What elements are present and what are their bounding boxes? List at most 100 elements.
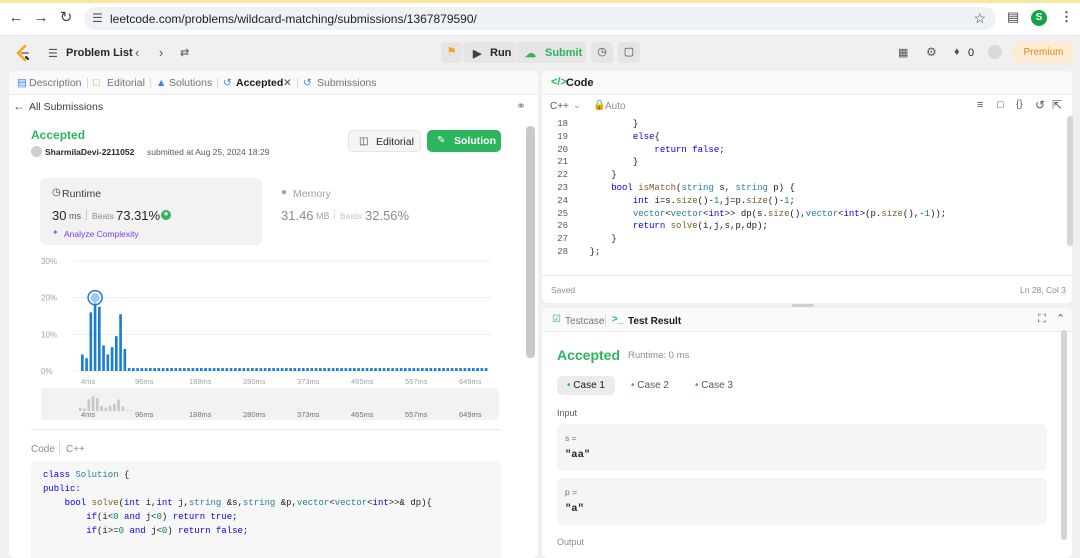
run-button[interactable]: ▶ Run (463, 42, 515, 63)
chart-bar[interactable] (115, 336, 118, 371)
chart-bar[interactable] (306, 368, 309, 371)
submit-button[interactable]: ☁ Submit (516, 42, 586, 63)
chart-bar[interactable] (433, 368, 437, 371)
input-param-s[interactable]: s = "aa" (557, 424, 1047, 471)
chart-bar[interactable] (93, 297, 97, 371)
chart-bar[interactable] (89, 312, 93, 371)
reset-icon[interactable]: ↺ (1035, 98, 1045, 112)
prev-problem-icon[interactable]: ‹ (135, 45, 139, 60)
chart-bar[interactable] (149, 368, 152, 371)
chart-bar[interactable] (289, 368, 292, 371)
solution-button[interactable]: ✎ Solution (427, 130, 501, 152)
chart-bar[interactable] (178, 368, 182, 371)
chart-bar[interactable] (297, 368, 301, 371)
chart-bar[interactable] (268, 368, 271, 371)
case-3-tab[interactable]: • Case 3 (695, 380, 733, 391)
chart-bar[interactable] (365, 368, 369, 371)
chart-bar[interactable] (412, 368, 416, 371)
problem-list-link[interactable]: Problem List (66, 47, 133, 59)
next-problem-icon[interactable]: › (159, 45, 163, 60)
bookmark-star-icon[interactable]: ☆ (973, 10, 986, 27)
chart-bar[interactable] (170, 368, 173, 371)
settings-gear-icon[interactable]: ⚙ (926, 45, 937, 59)
result-scrollbar[interactable] (1061, 330, 1067, 540)
chart-bar[interactable] (361, 368, 365, 371)
chart-bar[interactable] (212, 368, 216, 371)
chart-bar[interactable] (183, 368, 186, 371)
memory-label[interactable]: Memory (293, 188, 331, 200)
chart-bar[interactable] (370, 368, 373, 371)
chart-bar[interactable] (195, 368, 199, 371)
chart-bar[interactable] (140, 368, 144, 371)
chart-bar[interactable] (302, 368, 305, 371)
chart-bar[interactable] (285, 368, 288, 371)
chart-bar[interactable] (251, 368, 254, 371)
chart-bar[interactable] (450, 368, 454, 371)
chart-bar[interactable] (446, 368, 450, 371)
chart-bar[interactable] (408, 368, 411, 371)
format-icon[interactable]: ≡ (977, 99, 983, 111)
language-select[interactable]: C++ (550, 101, 569, 112)
case-1-tab[interactable]: • Case 1 (557, 376, 615, 395)
debug-icon[interactable]: ⚑ (441, 42, 462, 63)
chart-bar[interactable] (119, 314, 122, 371)
tab-test-result[interactable]: Test Result (628, 316, 681, 327)
problem-list-icon[interactable]: ☰ (48, 47, 58, 60)
analyze-complexity-link[interactable]: Analyze Complexity (64, 229, 139, 239)
chart-bar[interactable] (374, 368, 377, 371)
chart-bar[interactable] (166, 368, 169, 371)
chevron-down-icon[interactable]: ⌄ (573, 100, 581, 111)
chart-bar[interactable] (336, 368, 339, 371)
submitter-name[interactable]: SharmilaDevi-2211052 (45, 147, 134, 157)
tab-accepted[interactable]: Accepted (236, 77, 283, 89)
back-arrow-icon[interactable]: ← (8, 10, 24, 26)
chart-bar[interactable] (467, 368, 471, 371)
chart-bar[interactable] (378, 368, 382, 371)
code-editor[interactable]: 18 } 19 else{20 return false; 21 } 22 } 23 b… (546, 118, 1056, 263)
chart-bar[interactable] (136, 368, 139, 371)
chart-bar[interactable] (442, 368, 445, 371)
chart-bar[interactable] (153, 368, 156, 371)
chart-bar[interactable] (348, 368, 352, 371)
fullscreen-icon[interactable]: ⇱ (1052, 98, 1062, 112)
chart-bar[interactable] (391, 368, 394, 371)
chart-bar[interactable] (98, 306, 101, 371)
tab-editorial[interactable]: Editorial (107, 77, 145, 89)
chart-bar[interactable] (331, 368, 335, 371)
shuffle-icon[interactable]: ⇄ (180, 46, 189, 59)
chart-bar[interactable] (191, 368, 195, 371)
chart-bar[interactable] (484, 368, 488, 371)
case-2-tab[interactable]: • Case 2 (631, 380, 669, 391)
chart-bar[interactable] (106, 354, 110, 372)
code-tab-title[interactable]: Code (566, 77, 594, 89)
chart-bar[interactable] (246, 368, 250, 371)
chart-bar[interactable] (416, 368, 420, 371)
chart-bar[interactable] (127, 368, 131, 371)
chart-range-navigator[interactable] (41, 388, 499, 420)
notes-icon[interactable]: ▢ (618, 42, 640, 63)
panel-resize-handle[interactable] (792, 304, 814, 307)
chart-bar[interactable] (200, 368, 203, 371)
collapse-chevron-icon[interactable]: ⌃ (1056, 312, 1065, 325)
chart-bar[interactable] (221, 368, 224, 371)
editorial-button[interactable]: ◫ Editorial (348, 130, 421, 152)
editor-scrollbar[interactable] (1067, 116, 1073, 246)
left-panel-scrollbar[interactable] (526, 126, 535, 358)
runtime-distribution-chart[interactable]: 30% 20% 10% 0% 4ms 96ms 188ms 280ms 373ms 465ms 55… (39, 253, 501, 428)
chart-bar[interactable] (242, 368, 246, 371)
braces-icon[interactable]: {} (1016, 99, 1023, 110)
chart-bar[interactable] (102, 345, 105, 371)
chart-bar[interactable] (353, 368, 356, 371)
bookmark-icon[interactable]: □ (997, 99, 1004, 111)
chart-bar[interactable] (276, 368, 280, 371)
chart-bar[interactable] (225, 368, 229, 371)
address-bar[interactable]: ☰ leetcode.com/problems/wildcard-matchin… (84, 7, 996, 30)
site-info-icon[interactable]: ☰ (92, 11, 103, 25)
chart-bar[interactable] (382, 368, 386, 371)
chart-bar[interactable] (208, 368, 212, 371)
auto-mode-label[interactable]: Auto (605, 101, 626, 112)
chart-bar[interactable] (85, 358, 88, 371)
chart-bar[interactable] (280, 368, 284, 371)
chart-bar[interactable] (217, 368, 220, 371)
chart-bar[interactable] (123, 349, 127, 371)
